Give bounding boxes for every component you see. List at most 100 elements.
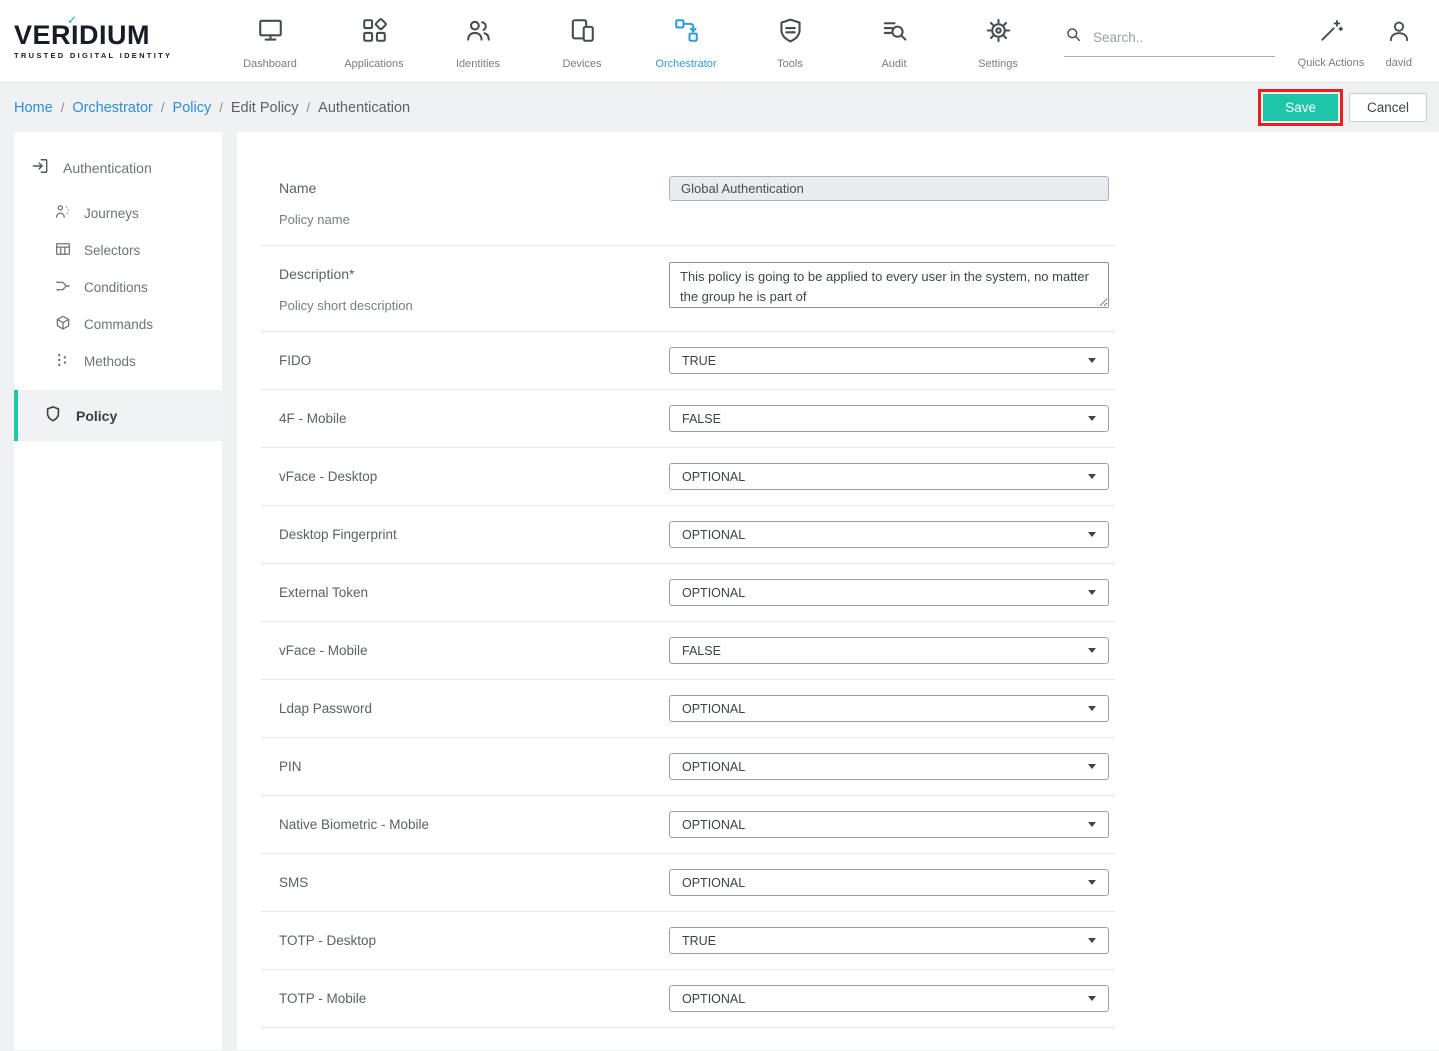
- field-label: Native Biometric - Mobile: [279, 817, 669, 832]
- external-token-select[interactable]: OPTIONAL: [669, 579, 1109, 606]
- policy-description-textarea[interactable]: This policy is going to be applied to ev…: [669, 262, 1109, 308]
- quick-actions-label: Quick Actions: [1298, 57, 1365, 69]
- nav-item-devices[interactable]: Devices: [530, 12, 634, 70]
- nav-item-audit[interactable]: Audit: [842, 12, 946, 70]
- description-hint: Policy short description: [279, 298, 669, 313]
- field-label: Desktop Fingerprint: [279, 527, 669, 542]
- select-value: TRUE: [682, 354, 716, 368]
- sidebar-item-label: Conditions: [84, 280, 148, 295]
- select-value: OPTIONAL: [682, 470, 745, 484]
- description-row: Description* Policy short description Th…: [261, 246, 1115, 332]
- sidebar-item-conditions[interactable]: Conditions: [14, 269, 222, 306]
- policy-field-row-fido: FIDO TRUE: [261, 332, 1115, 390]
- nav-label: Identities: [456, 58, 500, 70]
- breadcrumb-separator: /: [161, 100, 165, 115]
- brand-name-part: DIUM: [79, 22, 150, 49]
- sidebar-item-authentication[interactable]: Authentication: [14, 140, 222, 195]
- sidebar-item-policy-active[interactable]: Policy: [14, 390, 222, 441]
- sidebar-item-label: Journeys: [84, 206, 139, 221]
- sidebar-item-journeys[interactable]: Journeys: [14, 195, 222, 232]
- nav-item-identities[interactable]: Identities: [426, 12, 530, 70]
- vface-desktop-select[interactable]: OPTIONAL: [669, 463, 1109, 490]
- nav-item-orchestrator[interactable]: Orchestrator: [634, 12, 738, 70]
- breadcrumb-home[interactable]: Home: [14, 100, 53, 116]
- field-label: vFace - Desktop: [279, 469, 669, 484]
- global-search: [1064, 25, 1275, 57]
- cube-icon: [54, 314, 72, 335]
- tools-icon: [776, 16, 805, 50]
- select-value: FALSE: [682, 412, 721, 426]
- fido-select[interactable]: TRUE: [669, 347, 1109, 374]
- policy-field-row-vface-mobile: vFace - Mobile FALSE: [261, 622, 1115, 680]
- description-label: Description*: [279, 266, 669, 282]
- breadcrumb-separator: /: [61, 100, 65, 115]
- sidebar-item-selectors[interactable]: Selectors: [14, 232, 222, 269]
- applications-icon: [360, 16, 389, 50]
- nav-label: Orchestrator: [655, 58, 716, 70]
- select-value: OPTIONAL: [682, 818, 745, 832]
- search-input[interactable]: [1093, 30, 1275, 45]
- pin-select[interactable]: OPTIONAL: [669, 753, 1109, 780]
- policy-field-row-4f-mobile: 4F - Mobile FALSE: [261, 390, 1115, 448]
- vface-mobile-select[interactable]: FALSE: [669, 637, 1109, 664]
- policy-field-row-ldap-password: Ldap Password OPTIONAL: [261, 680, 1115, 738]
- search-icon[interactable]: [1064, 25, 1083, 49]
- journeys-icon: [54, 203, 72, 224]
- dropdown-caret-icon: [1088, 648, 1096, 653]
- nav-label: Devices: [562, 58, 601, 70]
- identities-icon: [464, 16, 493, 50]
- 4f-mobile-select[interactable]: FALSE: [669, 405, 1109, 432]
- nav-item-dashboard[interactable]: Dashboard: [218, 12, 322, 70]
- top-nav-bar: VERI✓DIUM TRUSTED DIGITAL IDENTITY Dashb…: [0, 0, 1439, 83]
- user-menu[interactable]: david: [1373, 14, 1425, 69]
- sidebar: Authentication Journeys Selectors Condit…: [14, 132, 222, 1050]
- select-value: OPTIONAL: [682, 528, 745, 542]
- dropdown-caret-icon: [1088, 590, 1096, 595]
- user-name: david: [1386, 57, 1412, 69]
- totp-mobile-select[interactable]: OPTIONAL: [669, 985, 1109, 1012]
- edit-policy-form: Name Policy name Description* Policy sho…: [261, 132, 1115, 1028]
- policy-field-row-desktop-fingerprint: Desktop Fingerprint OPTIONAL: [261, 506, 1115, 564]
- main-content: Name Policy name Description* Policy sho…: [237, 132, 1439, 1050]
- desktop-fingerprint-select[interactable]: OPTIONAL: [669, 521, 1109, 548]
- nav-item-settings[interactable]: Settings: [946, 12, 1050, 70]
- field-label: TOTP - Desktop: [279, 933, 669, 948]
- dropdown-caret-icon: [1088, 996, 1096, 1001]
- nav-item-tools[interactable]: Tools: [738, 12, 842, 70]
- dropdown-caret-icon: [1088, 764, 1096, 769]
- native-biometric-mobile-select[interactable]: OPTIONAL: [669, 811, 1109, 838]
- field-label: FIDO: [279, 353, 669, 368]
- ldap-password-select[interactable]: OPTIONAL: [669, 695, 1109, 722]
- nav-label: Dashboard: [243, 58, 297, 70]
- totp-desktop-select[interactable]: TRUE: [669, 927, 1109, 954]
- quick-actions-button[interactable]: Quick Actions: [1289, 14, 1372, 69]
- breadcrumb-policy[interactable]: Policy: [173, 100, 212, 116]
- save-button[interactable]: Save: [1263, 94, 1338, 121]
- login-arrow-icon: [30, 156, 50, 179]
- policy-field-row-totp-mobile: TOTP - Mobile OPTIONAL: [261, 970, 1115, 1028]
- nav-item-applications[interactable]: Applications: [322, 12, 426, 70]
- policy-field-row-pin: PIN OPTIONAL: [261, 738, 1115, 796]
- cancel-button[interactable]: Cancel: [1349, 93, 1427, 122]
- policy-name-input[interactable]: [669, 176, 1109, 201]
- brand-name-part: VER: [14, 22, 71, 49]
- nav-label: Settings: [978, 58, 1018, 70]
- field-label: 4F - Mobile: [279, 411, 669, 426]
- sidebar-item-methods[interactable]: Methods: [14, 343, 222, 380]
- select-value: OPTIONAL: [682, 876, 745, 890]
- nav-label: Audit: [881, 58, 906, 70]
- brand-logo[interactable]: VERI✓DIUM TRUSTED DIGITAL IDENTITY: [14, 22, 210, 60]
- select-value: TRUE: [682, 934, 716, 948]
- breadcrumb-orchestrator[interactable]: Orchestrator: [72, 100, 153, 116]
- field-label: External Token: [279, 585, 669, 600]
- sms-select[interactable]: OPTIONAL: [669, 869, 1109, 896]
- policy-field-row-sms: SMS OPTIONAL: [261, 854, 1115, 912]
- audit-icon: [880, 16, 909, 50]
- breadcrumb-separator: /: [219, 100, 223, 115]
- breadcrumb-bar: Home / Orchestrator / Policy / Edit Poli…: [0, 83, 1439, 132]
- nav-label: Applications: [344, 58, 403, 70]
- policy-field-row-vface-desktop: vFace - Desktop OPTIONAL: [261, 448, 1115, 506]
- brand-tagline: TRUSTED DIGITAL IDENTITY: [14, 51, 210, 60]
- sidebar-item-commands[interactable]: Commands: [14, 306, 222, 343]
- magic-wand-icon: [1318, 18, 1344, 49]
